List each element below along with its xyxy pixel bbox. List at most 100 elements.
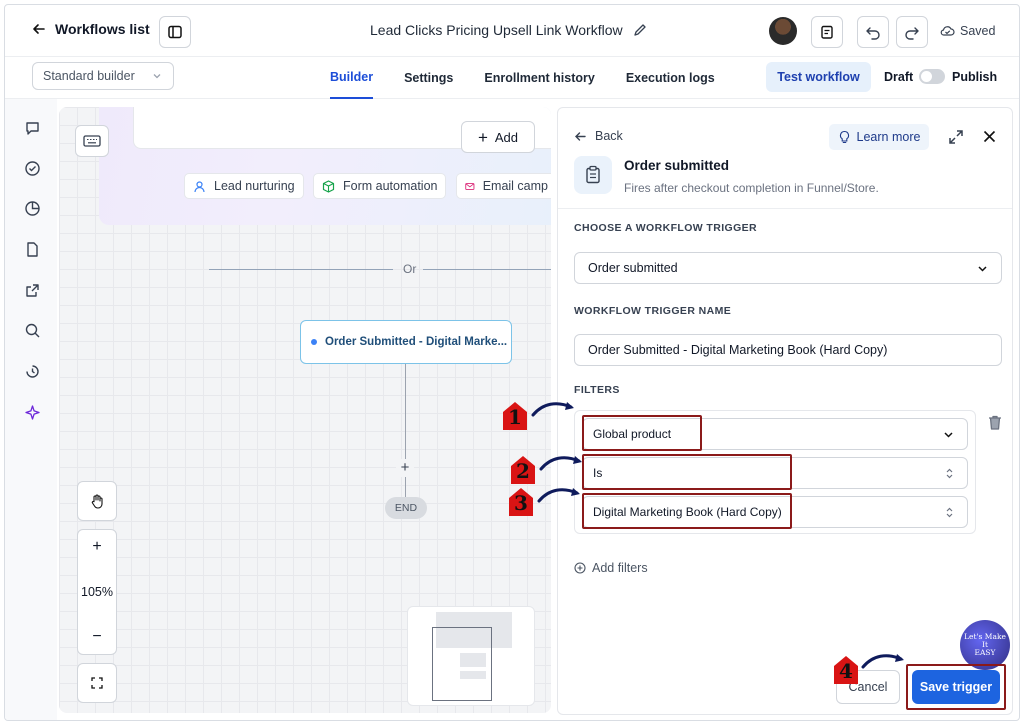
workflows-list-back-link[interactable]: Workflows list (31, 21, 150, 37)
pencil-icon[interactable] (633, 23, 647, 37)
learn-more-button[interactable]: Learn more (829, 124, 929, 150)
test-workflow-button[interactable]: Test workflow (766, 62, 871, 92)
workflow-canvas[interactable]: + Add Lead nurturing Form automation Ema… (59, 107, 551, 713)
lightbulb-icon (839, 130, 849, 144)
clipboard-icon (821, 25, 833, 39)
trigger-title: Order submitted (624, 158, 730, 173)
undo-button[interactable] (857, 16, 889, 48)
or-divider-right (423, 269, 551, 270)
redo-button[interactable] (896, 16, 928, 48)
external-link-icon[interactable] (23, 281, 41, 299)
sidebar-panel-icon (168, 25, 182, 39)
draft-label: Draft (884, 70, 914, 84)
trash-icon[interactable] (987, 414, 1003, 431)
chip-form-automation[interactable]: Form automation (313, 173, 447, 199)
minimap[interactable] (407, 606, 535, 706)
tab-settings[interactable]: Settings (404, 57, 453, 99)
app-window: Workflows list Lead Clicks Pricing Upsel… (4, 4, 1020, 721)
panel-back-button[interactable]: Back (574, 129, 623, 143)
add-filters-button[interactable]: Add filters (574, 561, 648, 575)
chip-label: Lead nurturing (214, 179, 295, 193)
history-icon[interactable] (23, 362, 41, 380)
keyboard-shortcuts-button[interactable] (75, 125, 109, 157)
zoom-out-button[interactable]: − (92, 628, 101, 646)
trigger-subtitle: Fires after checkout completion in Funne… (624, 181, 879, 195)
chevron-down-icon (944, 432, 953, 438)
notes-button[interactable] (811, 16, 843, 48)
workflow-title[interactable]: Lead Clicks Pricing Upsell Link Workflow (370, 22, 647, 38)
file-icon[interactable] (23, 240, 41, 258)
filter-value: Digital Marketing Book (Hard Copy) (593, 505, 782, 519)
or-label: Or (403, 262, 417, 276)
arrow-annotation-icon (861, 654, 904, 669)
or-divider-left (209, 269, 393, 270)
arrow-annotation-icon (539, 456, 582, 471)
search-icon[interactable] (23, 321, 41, 339)
filter-operator-value: Is (593, 466, 603, 480)
arrow-left-icon (575, 131, 586, 141)
arrow-left-icon (33, 24, 45, 34)
chevron-down-icon (153, 74, 161, 79)
pie-chart-icon[interactable] (23, 199, 41, 217)
tab-execution-logs[interactable]: Execution logs (626, 57, 715, 99)
trigger-type-select[interactable]: Order submitted (574, 252, 1002, 284)
saved-label: Saved (960, 24, 996, 38)
chevron-down-icon (978, 266, 987, 272)
sparkle-icon[interactable] (23, 403, 41, 421)
hand-icon (91, 494, 103, 509)
left-rail (5, 99, 57, 720)
arrow-annotation-icon (531, 402, 574, 417)
connector-line (405, 364, 406, 502)
trigger-name-input[interactable]: Order Submitted - Digital Marketing Book… (574, 334, 1002, 366)
workflow-title-text: Lead Clicks Pricing Upsell Link Workflow (370, 22, 623, 38)
arrow-annotation-icon (537, 488, 580, 503)
toggle-sidebar-button[interactable] (159, 16, 191, 48)
step-number: 4 (839, 659, 853, 683)
filter-field-select[interactable]: Global product (582, 418, 968, 450)
filters-label: FILTERS (574, 384, 620, 396)
chip-lead-nurturing[interactable]: Lead nurturing (184, 173, 304, 199)
publish-toggle[interactable] (919, 69, 945, 84)
clipboard-list-icon (586, 165, 600, 184)
check-circle-icon[interactable] (23, 159, 41, 177)
trigger-name-value: Order Submitted - Digital Marketing Book… (588, 343, 888, 357)
fit-to-screen-button[interactable] (77, 663, 117, 703)
end-node: END (385, 497, 427, 519)
user-avatar[interactable] (769, 17, 797, 45)
sort-arrows-icon (946, 507, 953, 518)
highlight-box-4 (906, 664, 1006, 710)
zoom-in-button[interactable]: + (92, 538, 101, 556)
step-badge-4: 4 (833, 655, 859, 685)
step-number: 2 (516, 459, 530, 483)
zoom-level: 105% (81, 585, 113, 599)
redo-icon (905, 27, 919, 40)
trigger-node[interactable]: Order Submitted - Digital Marke... (300, 320, 512, 364)
add-trigger-button[interactable]: + Add (461, 121, 535, 153)
panel-divider (558, 208, 1012, 209)
add-step-button[interactable]: + (396, 459, 414, 477)
tab-builder[interactable]: Builder (330, 57, 374, 99)
step-badge-2: 2 (510, 455, 536, 485)
plus-circle-icon (574, 562, 586, 574)
mail-icon (465, 182, 475, 190)
panel-back-label: Back (595, 129, 623, 143)
undo-icon (866, 27, 880, 40)
chip-email-campaign[interactable]: Email camp (456, 173, 551, 199)
publish-label: Publish (952, 70, 998, 84)
pan-tool-button[interactable] (77, 481, 117, 521)
save-status: Saved (940, 24, 995, 38)
expand-panel-icon[interactable] (948, 129, 964, 145)
filter-operator-select[interactable]: Is (582, 457, 968, 489)
brand-logo: Let's Make It EASY (960, 620, 1010, 670)
plus-icon: + (477, 127, 488, 147)
step-number: 1 (508, 405, 522, 429)
add-label: Add (494, 129, 519, 145)
sort-arrows-icon (946, 468, 953, 479)
builder-type-select[interactable]: Standard builder (32, 62, 174, 90)
chat-icon[interactable] (23, 119, 41, 137)
tab-enrollment-history[interactable]: Enrollment history (484, 57, 594, 99)
main-tabs: Builder Settings Enrollment history Exec… (330, 57, 746, 99)
close-icon[interactable] (982, 129, 997, 144)
minimap-viewport[interactable] (432, 627, 492, 701)
filter-value-select[interactable]: Digital Marketing Book (Hard Copy) (582, 496, 968, 528)
